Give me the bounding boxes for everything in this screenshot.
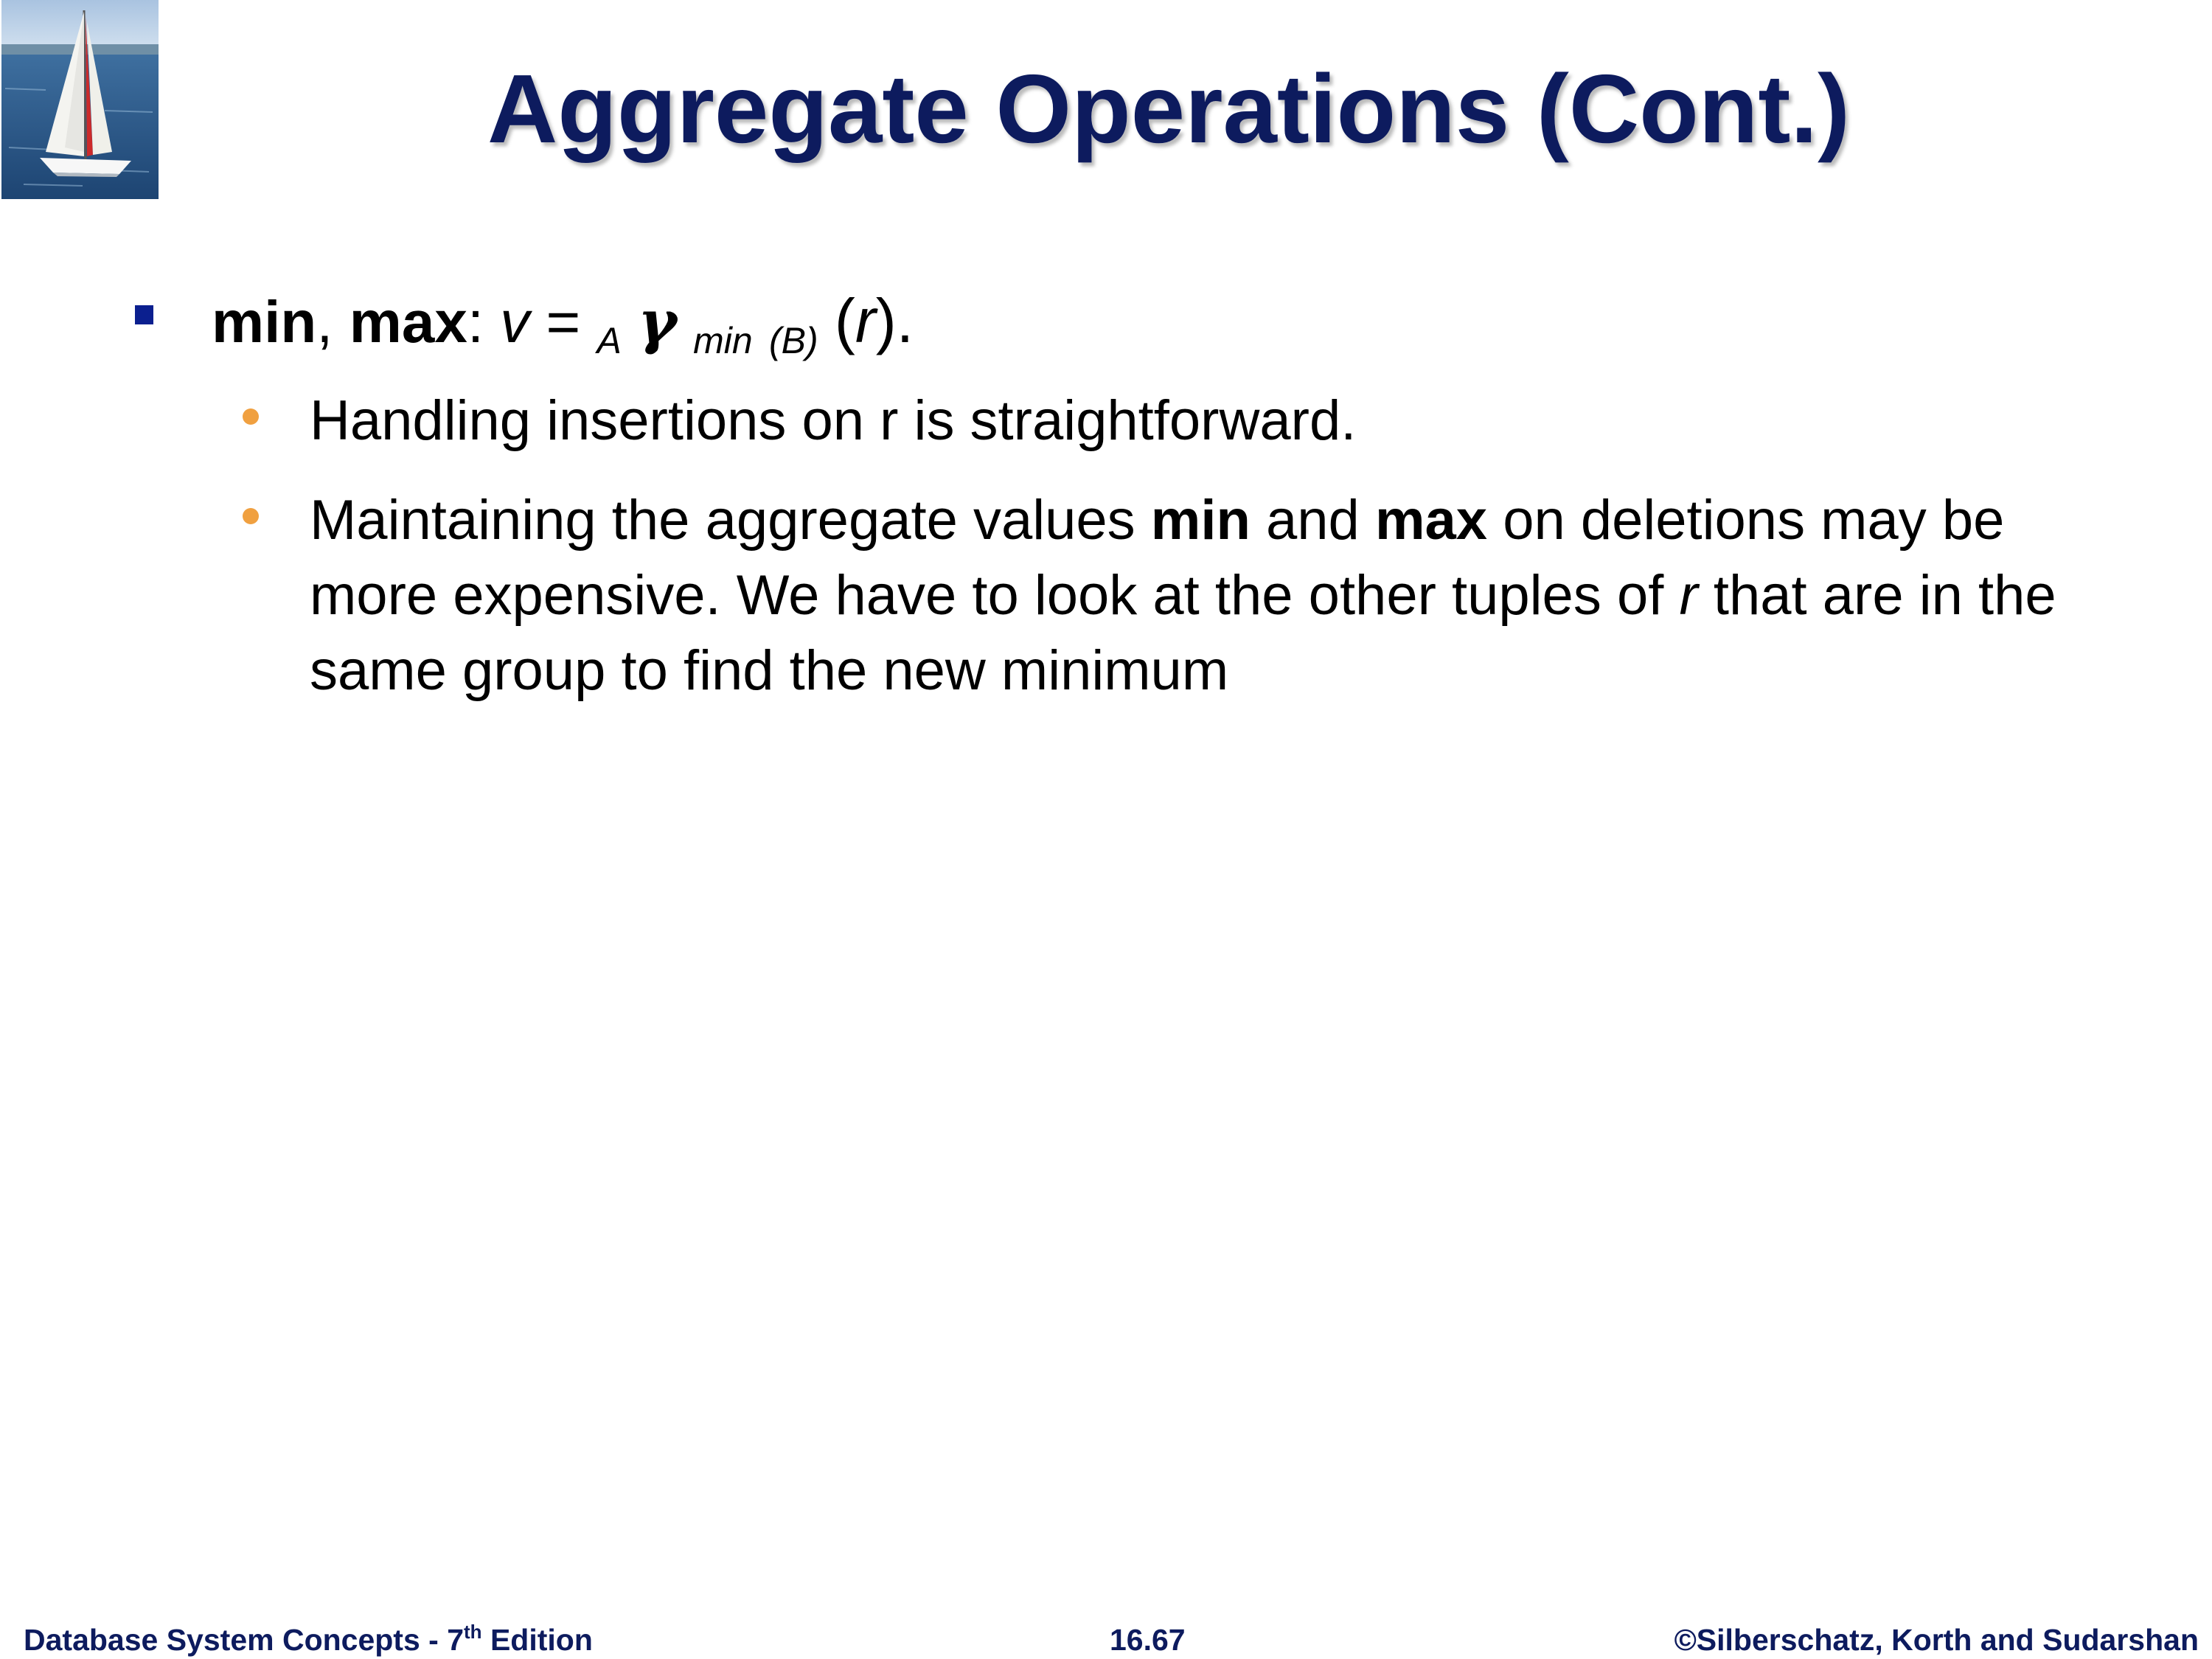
footer-title-prefix: Database System Concepts - 7 xyxy=(24,1623,465,1657)
bullet-deletions: Maintaining the aggregate values min and… xyxy=(310,483,2138,709)
paren-close: ). xyxy=(875,286,914,355)
footer-book-title: Database System Concepts - 7th Edition xyxy=(24,1621,593,1659)
gamma-symbol: γ xyxy=(638,287,677,356)
paren-open: ( xyxy=(834,286,855,355)
var-r: r xyxy=(855,286,876,355)
deletions-text-2: and xyxy=(1250,489,1375,552)
equals-sign: = xyxy=(546,289,581,355)
bullet-min-max: min, max: v = A γ min (B) (r). xyxy=(212,280,914,381)
comma: , xyxy=(316,289,333,355)
var-v: v xyxy=(500,289,530,355)
colon: : xyxy=(467,289,484,355)
subscript-min: min xyxy=(693,320,753,361)
slide-title: Aggregate Operations (Cont.) xyxy=(487,55,1851,163)
round-bullet-icon xyxy=(243,408,259,425)
term-min: min xyxy=(212,289,317,355)
square-bullet-icon xyxy=(135,305,153,324)
deletions-italic-r: r xyxy=(1679,564,1698,627)
term-max: max xyxy=(349,289,467,355)
round-bullet-icon xyxy=(243,508,259,524)
bullet-insertions: Handling insertions on r is straightforw… xyxy=(310,389,1357,452)
subscript-a: A xyxy=(597,320,622,361)
slide: Aggregate Operations (Cont.) min, max: v… xyxy=(0,0,2212,1659)
subscript-b: (B) xyxy=(768,320,818,361)
deletions-bold-min: min xyxy=(1150,489,1251,552)
footer-title-sup: th xyxy=(464,1621,482,1643)
footer-title-suffix: Edition xyxy=(481,1623,593,1657)
footer-slide-number: 16.67 xyxy=(1110,1623,1186,1657)
footer-copyright: ©Silberschatz, Korth and Sudarshan xyxy=(1674,1623,2199,1657)
deletions-bold-max: max xyxy=(1374,489,1488,552)
deletions-text-1: Maintaining the aggregate values xyxy=(310,489,1151,552)
